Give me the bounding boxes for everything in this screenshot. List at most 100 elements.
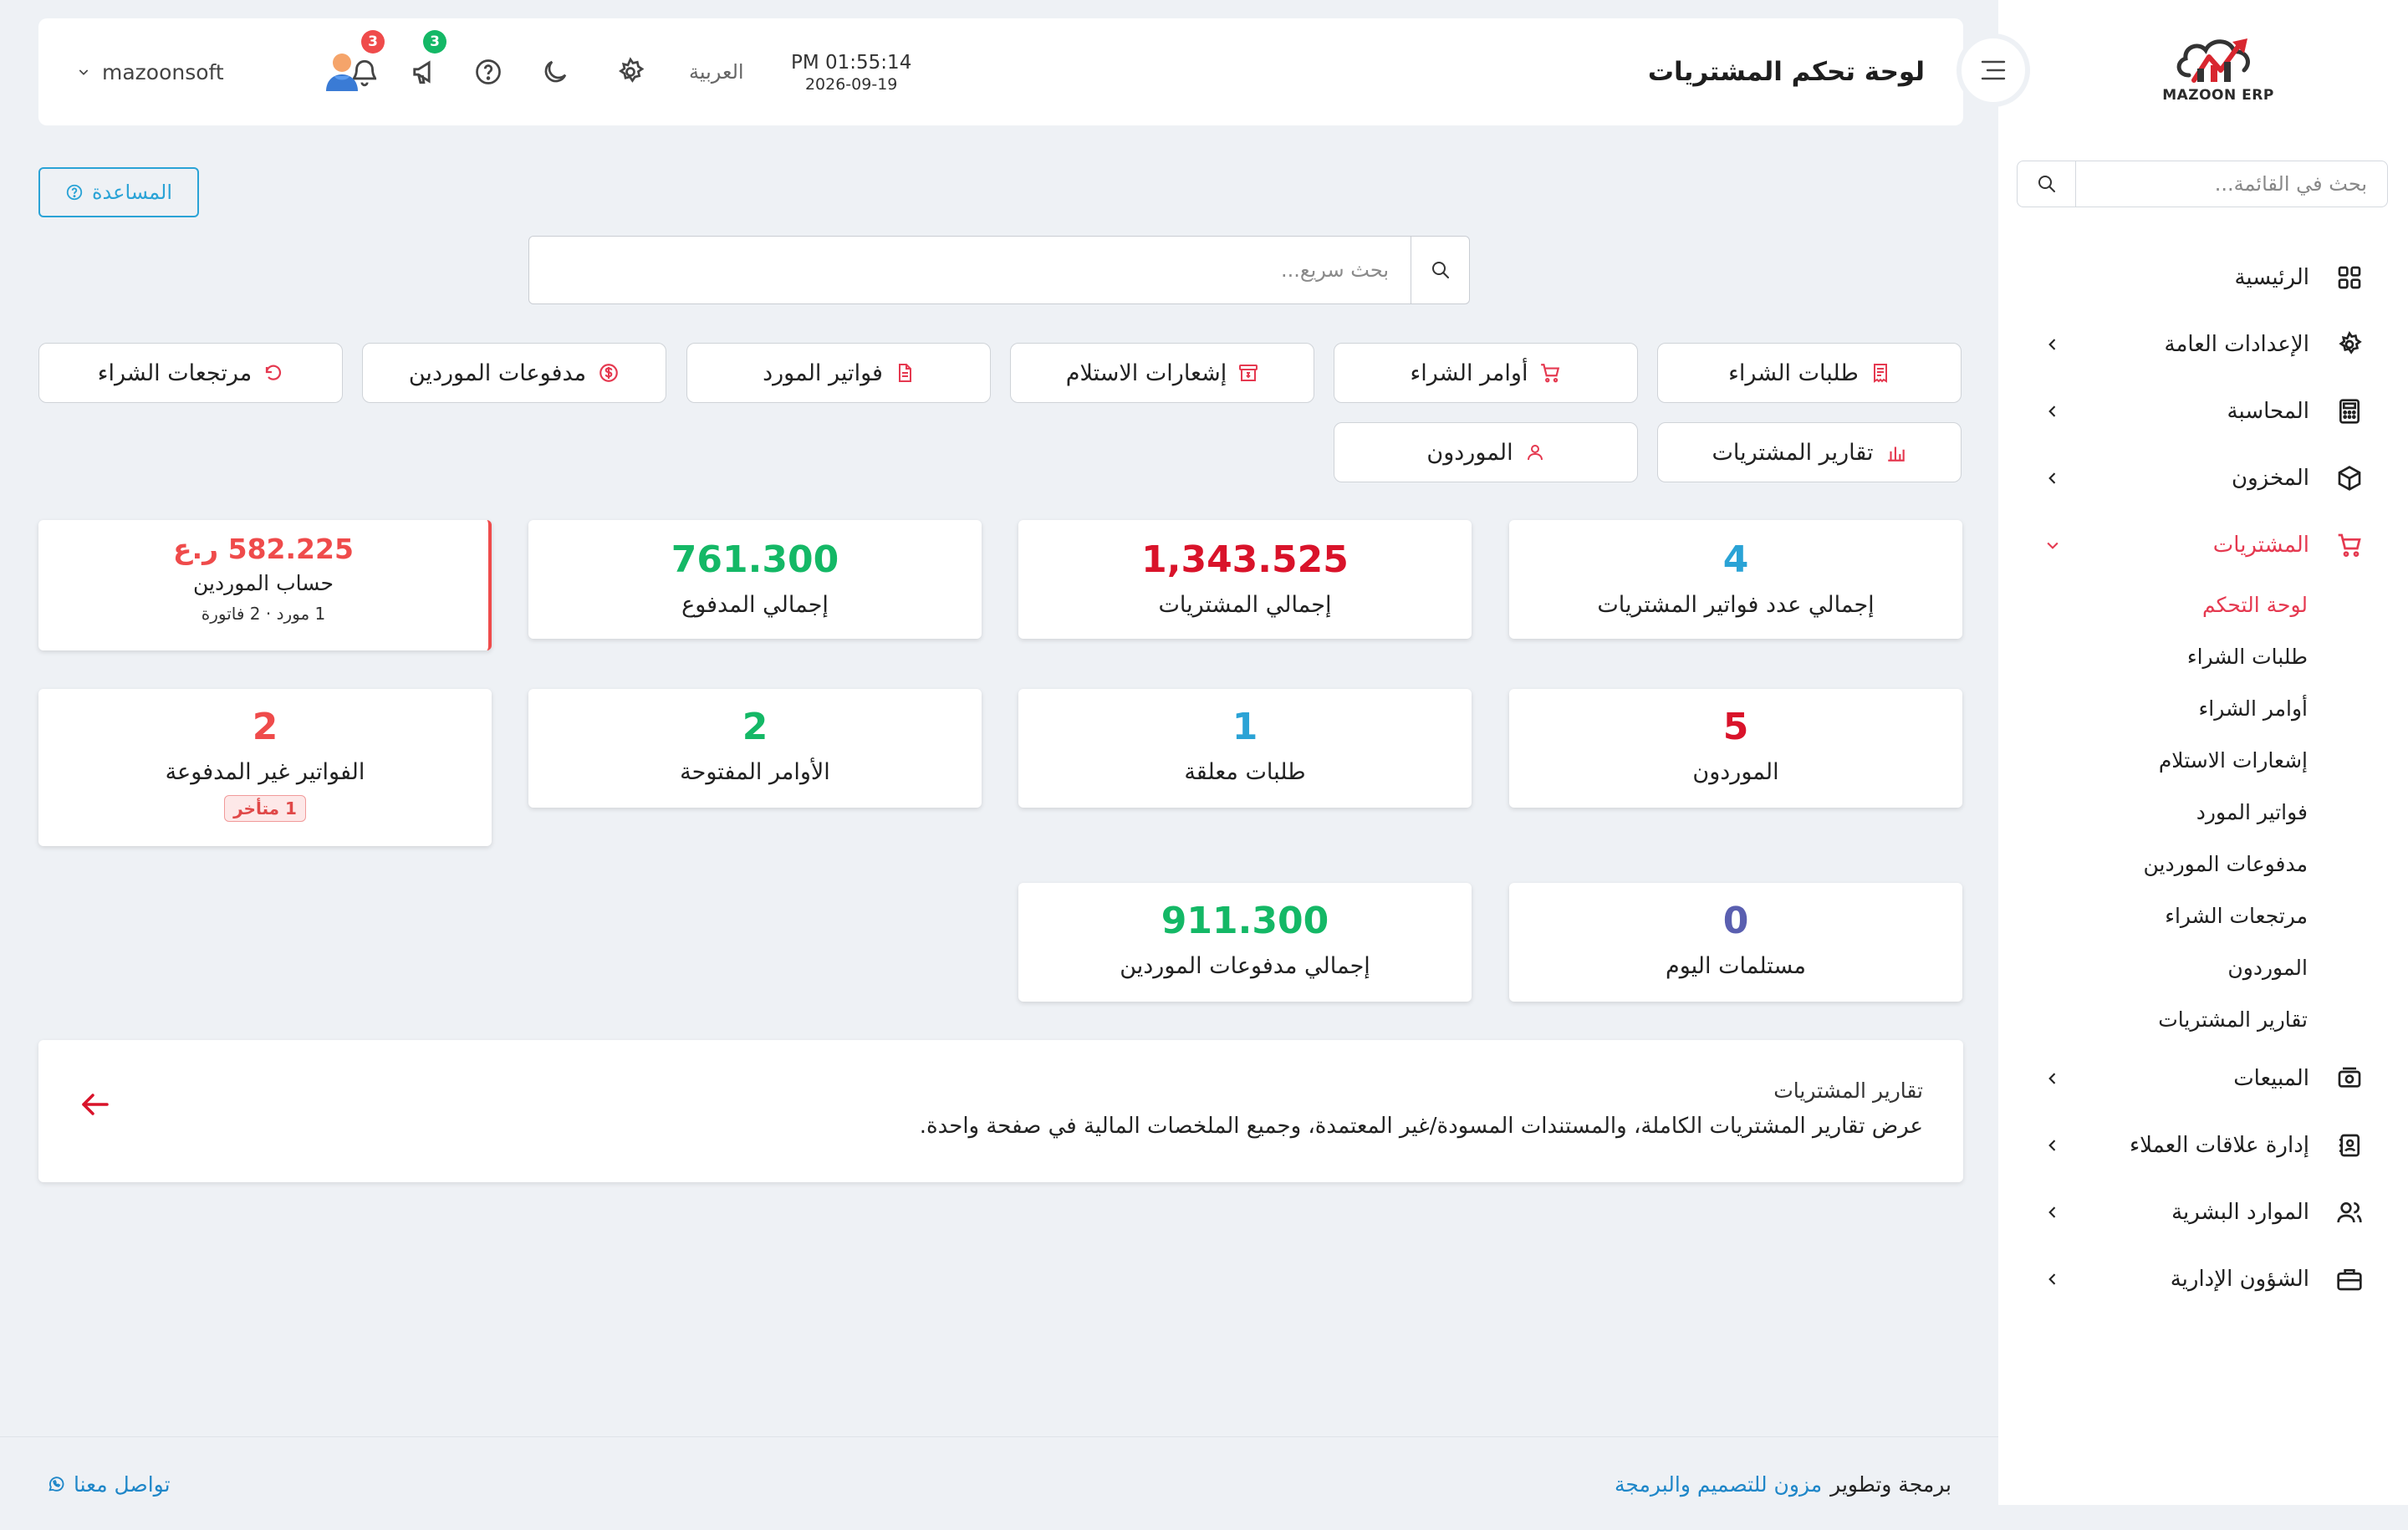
undo-icon [266,365,282,380]
footer-credit: برمجة وتطوير مزون للتصميم والبرمجة [1615,1437,1951,1530]
mazoon-logo[interactable]: MAZOON ERP [2155,32,2281,115]
sidebar: MAZOON ERP الرئيسية الإعدادات العامة الم… [1998,0,2408,1505]
language-switch[interactable]: العربية [689,18,744,125]
contact-us-link[interactable]: تواصل معنا [47,1437,171,1530]
sidebar-search [2017,161,2388,207]
shortcut-purchase-orders[interactable]: أوامر الشراء [1334,343,1638,403]
purchases-submenu: لوحة التحكم طلبات الشراء أوامر الشراء إش… [1998,579,2408,1045]
contact-label: تواصل معنا [74,1471,171,1497]
question-circle-icon [66,184,83,201]
help-button[interactable]: المساعدة [38,167,199,217]
stat-card-open-orders[interactable]: 2 الأوامر المفتوحة [528,689,982,808]
avatar [325,54,358,91]
stat-sub-label: 1 مورد · 2 فاتورة [201,604,326,624]
stat-card-today-receipts[interactable]: 0 مستلمات اليوم [1509,883,1962,1002]
stat-label: إجمالي عدد فواتير المشتريات [1597,592,1875,618]
shortcut-suppliers[interactable]: الموردون [1334,422,1638,482]
submenu-supplier-payments[interactable]: مدفوعات الموردين [1998,838,2308,890]
stat-label: الأوامر المفتوحة [680,759,830,785]
stat-label: حساب الموردين [193,571,334,595]
stat-card-pending-requests[interactable]: 1 طلبات معلقة [1018,689,1472,808]
sidebar-item-label: المحاسبة [2227,399,2309,424]
sidebar-item-home[interactable]: الرئيسية [1998,244,2408,311]
submenu-supplier-invoices[interactable]: فواتير المورد [1998,786,2308,838]
sidebar-item-general-settings[interactable]: الإعدادات العامة [1998,311,2408,378]
stat-label: الفواتير غير المدفوعة [165,759,365,785]
report-description: عرض تقارير المشتريات الكاملة، والمستندات… [919,1114,1923,1139]
shortcut-label: تقارير المشتريات [1712,439,1874,466]
sidebar-item-crm[interactable]: إدارة علاقات العملاء [1998,1112,2408,1179]
shortcut-supplier-invoices[interactable]: فواتير المورد [686,343,991,403]
shortcut-purchase-requests[interactable]: طلبات الشراء [1657,343,1962,403]
help-center-button[interactable] [468,52,508,92]
stat-card-total-paid[interactable]: 761.300 إجمالي المدفوع [528,520,982,639]
contact-icon [2333,1129,2366,1162]
calculator-icon [2333,395,2366,428]
quick-search-input[interactable] [529,237,1411,303]
dark-mode-toggle[interactable] [535,52,575,92]
shortcut-purchase-returns[interactable]: مرتجعات الشراء [38,343,343,403]
menu-icon [1981,60,2006,80]
shortcut-label: الموردون [1426,439,1513,466]
shortcut-label: مدفوعات الموردين [408,360,587,386]
submenu-purchase-reports[interactable]: تقارير المشتريات [1998,993,2308,1045]
shortcut-label: إشعارات الاستلام [1065,360,1227,386]
stat-label: مستلمات اليوم [1665,953,1806,979]
quick-search [528,236,1470,304]
shortcut-receipts[interactable]: إشعارات الاستلام [1010,343,1314,403]
search-icon[interactable] [1411,237,1469,303]
logo-mark-icon [2176,38,2250,83]
chevron-left-icon [2040,1066,2065,1091]
sidebar-search-input[interactable] [2076,161,2387,207]
settings-button[interactable] [610,52,650,92]
shortcut-supplier-payments[interactable]: مدفوعات الموردين [362,343,666,403]
search-icon[interactable] [2018,161,2076,207]
sidebar-item-label: الرئيسية [2234,265,2309,290]
sidebar-item-label: المخزون [2232,466,2309,491]
submenu-dashboard[interactable]: لوحة التحكم [1998,579,2308,630]
user-menu[interactable]: mazoonsoft [77,18,361,125]
help-label: المساعدة [91,181,173,204]
whatsapp-icon [48,1476,64,1492]
stat-card-suppliers[interactable]: 5 الموردون [1509,689,1962,808]
stat-card-total-supplier-payments[interactable]: 911.300 إجمالي مدفوعات الموردين [1018,883,1472,1002]
stat-card-supplier-account[interactable]: 582.225 ر.ع حساب الموردين 1 مورد · 2 فات… [38,520,492,650]
stat-value: 761.300 [671,538,839,581]
submenu-purchase-returns[interactable]: مرتجعات الشراء [1998,890,2308,941]
submenu-suppliers[interactable]: الموردون [1998,941,2308,993]
submenu-purchase-requests[interactable]: طلبات الشراء [1998,630,2308,682]
clock-time: PM 01:55:14 [791,52,912,74]
sidebar-item-purchases[interactable]: المشتريات [1998,512,2408,579]
shortcut-purchase-reports[interactable]: تقارير المشتريات [1657,422,1962,482]
announcements-button[interactable]: 3 [406,30,446,92]
chevron-down-icon [2040,533,2065,558]
briefcase-icon [2333,1262,2366,1296]
purchase-reports-card[interactable]: تقارير المشتريات عرض تقارير المشتريات ال… [38,1040,1963,1182]
dollar-circle-icon [599,364,618,382]
arrow-left-icon[interactable] [80,1092,110,1117]
sidebar-item-admin-affairs[interactable]: الشؤون الإدارية [1998,1246,2408,1313]
sidebar-item-inventory[interactable]: المخزون [1998,445,2408,512]
top-header: لوحة تحكم المشتريات PM 01:55:14 2026-09-… [38,18,1963,125]
submenu-purchase-orders[interactable]: أوامر الشراء [1998,682,2308,734]
shortcut-label: طلبات الشراء [1728,360,1859,386]
chevron-left-icon [2040,332,2065,357]
overdue-badge: 1 متأخر [224,795,306,822]
stat-value: 4 [1722,538,1749,581]
sidebar-toggle-button[interactable] [1956,33,2030,107]
submenu-receipts[interactable]: إشعارات الاستلام [1998,734,2308,786]
stat-value: 1 [1232,706,1258,748]
sidebar-item-label: المشتريات [2212,533,2309,558]
sidebar-item-hr[interactable]: الموارد البشرية [1998,1179,2408,1246]
footer: برمجة وتطوير مزون للتصميم والبرمجة تواصل… [0,1436,1998,1530]
credit-brand-link[interactable]: مزون للتصميم والبرمجة [1615,1472,1822,1497]
stat-value: 582.225 ر.ع [173,533,354,565]
stat-card-total-purchases[interactable]: 1,343.525 إجمالي المشتريات [1018,520,1472,639]
stat-card-unpaid-invoices[interactable]: 2 الفواتير غير المدفوعة 1 متأخر [38,689,492,846]
sidebar-item-sales[interactable]: المبيعات [1998,1045,2408,1112]
gear-icon [619,57,645,83]
sidebar-item-label: المبيعات [2233,1066,2309,1091]
receipt-icon [1873,364,1887,383]
stat-card-invoice-count[interactable]: 4 إجمالي عدد فواتير المشتريات [1509,520,1962,639]
sidebar-item-accounting[interactable]: المحاسبة [1998,378,2408,445]
